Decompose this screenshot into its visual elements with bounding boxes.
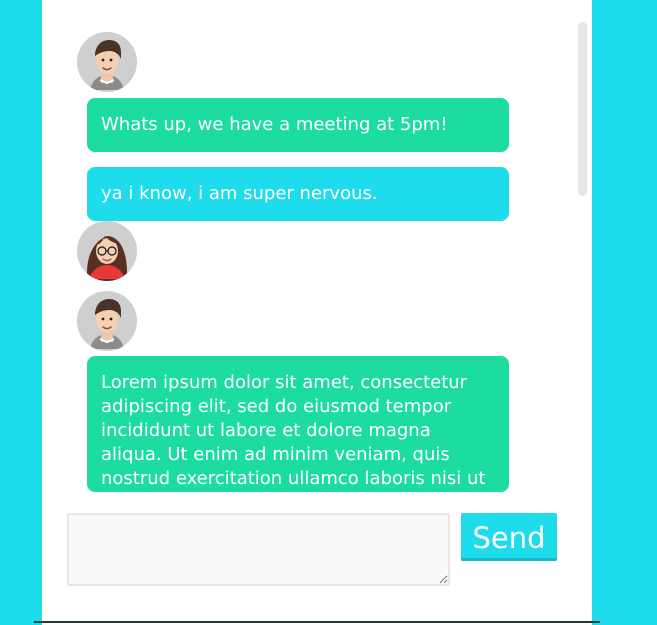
message-text: Lorem ipsum dolor sit amet, consectetur … [101,372,486,489]
send-button[interactable]: Send [461,513,557,561]
message-bubble: ya i know, i am super nervous. [87,167,509,221]
male-avatar-icon [77,291,137,351]
message-text: ya i know, i am super nervous. [101,183,378,204]
message-list: Whats up, we have a meeting at 5pm! ya i… [42,0,592,492]
message-scrollbar[interactable] [578,22,587,196]
message-text: Whats up, we have a meeting at 5pm! [101,114,448,135]
chat-app: Whats up, we have a meeting at 5pm! ya i… [0,0,657,625]
female-avatar-icon [77,221,137,281]
bottom-divider [34,621,600,623]
message-input[interactable] [67,513,450,586]
message-bubble: Whats up, we have a meeting at 5pm! [87,98,509,152]
male-avatar-icon [77,32,137,92]
message-bubble: Lorem ipsum dolor sit amet, consectetur … [87,356,509,492]
